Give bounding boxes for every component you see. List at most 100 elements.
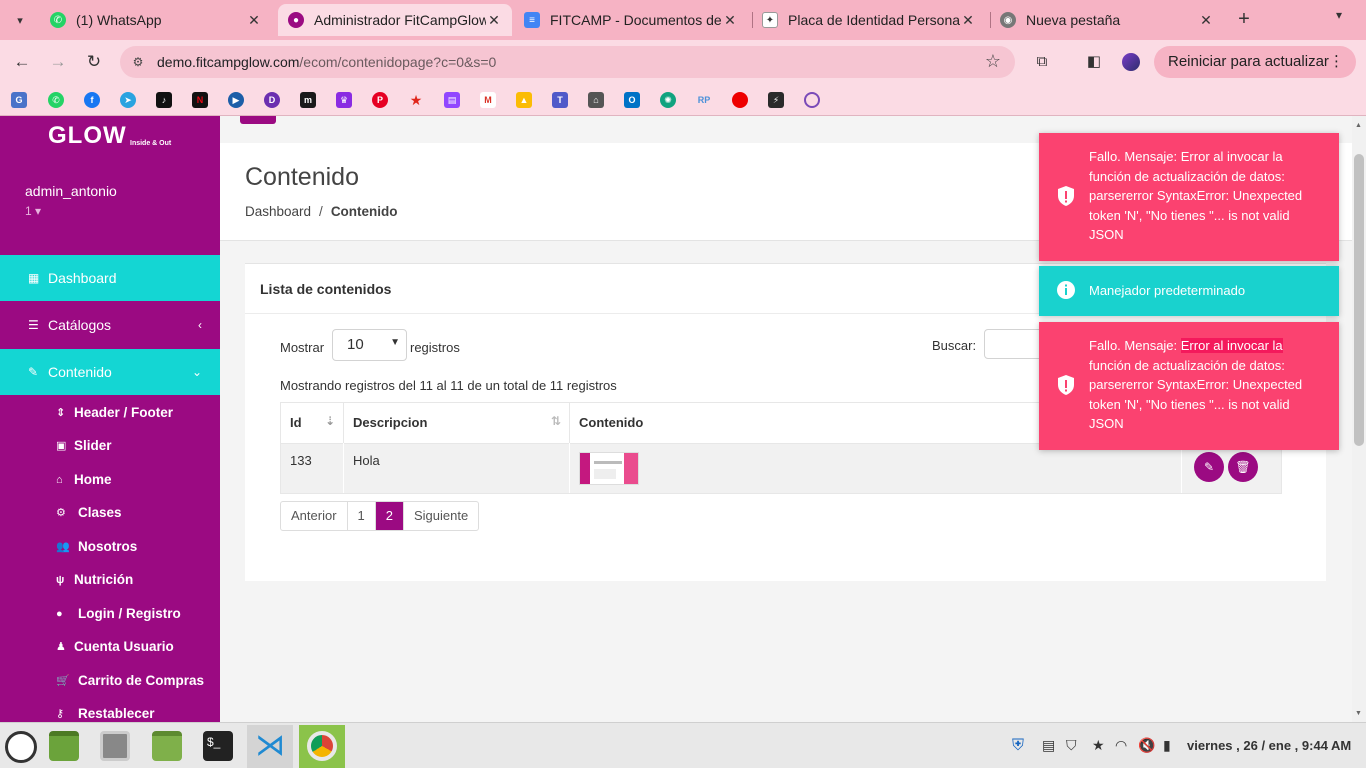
chrome-icon[interactable] xyxy=(307,731,337,761)
column-header-descripcion[interactable]: Descripcion ⇅ xyxy=(344,403,570,443)
site-settings-icon[interactable]: ⚙ xyxy=(130,54,146,70)
tab-placa[interactable]: ✦ Placa de Identidad Personal ✕ xyxy=(752,4,986,36)
vscode-icon[interactable]: ⋊ xyxy=(255,731,285,761)
forward-arrow-icon[interactable]: → xyxy=(46,50,70,74)
sidebar-item-catalogos[interactable]: ☰ Catálogos ‹ xyxy=(0,302,220,348)
update-shield-icon[interactable]: ⛉ xyxy=(1066,737,1077,754)
star-bookmark-icon[interactable]: ★ xyxy=(408,92,424,108)
moodle-bookmark-icon[interactable]: m xyxy=(300,92,316,108)
pinterest-bookmark-icon[interactable]: P xyxy=(372,92,388,108)
sidebar-item-nosotros[interactable]: 👥 Nosotros xyxy=(56,539,137,554)
sidebar-item-dashboard[interactable]: ▦ Dashboard xyxy=(0,255,220,301)
sidebar-item-home[interactable]: ⌂ Home xyxy=(56,472,112,487)
sidebar-item-slider[interactable]: ▣ Slider xyxy=(56,438,112,453)
more-icon[interactable]: ⋮ xyxy=(1329,46,1344,78)
pagination-prev[interactable]: Anterior xyxy=(281,502,348,530)
battery-icon[interactable]: ▮ xyxy=(1163,737,1171,754)
sidebar-item-restablecer[interactable]: ⚷ Restablecer xyxy=(56,706,155,721)
tab-docs[interactable]: ≡ FITCAMP - Documentos de C ✕ xyxy=(514,4,748,36)
scroll-up-arrow-icon[interactable]: ▲ xyxy=(1355,122,1362,129)
reload-icon[interactable]: ↻ xyxy=(82,50,106,74)
minimize-icon[interactable]: ▾ xyxy=(1336,8,1342,22)
pagination-page-active[interactable]: 2 xyxy=(375,502,404,530)
close-icon[interactable]: ✕ xyxy=(246,12,262,29)
scrollbar-thumb[interactable] xyxy=(1354,154,1364,446)
breadcrumb-home-link[interactable]: Dashboard xyxy=(245,204,311,219)
pagination-page[interactable]: 1 xyxy=(348,502,376,530)
tab-whatsapp[interactable]: ✆ (1) WhatsApp ✕ xyxy=(40,4,272,36)
sidebar-item-header-footer[interactable]: ⇕ Header / Footer xyxy=(56,405,173,420)
close-icon[interactable]: ✕ xyxy=(1198,12,1214,29)
back-arrow-icon[interactable]: ← xyxy=(10,50,34,74)
bank-bookmark-icon[interactable]: ⌂ xyxy=(588,92,604,108)
sidebar-item-cuenta-usuario[interactable]: ♟ Cuenta Usuario xyxy=(56,639,174,654)
page-size-select[interactable]: 10 ▼ xyxy=(332,329,407,361)
profile-avatar[interactable] xyxy=(1120,51,1142,73)
edit-button[interactable]: ✎ xyxy=(1194,452,1224,482)
telegram-bookmark-icon[interactable]: ➤ xyxy=(120,92,136,108)
twitch-bookmark-icon[interactable]: ▤ xyxy=(444,92,460,108)
tab-strip: ▾ ✆ (1) WhatsApp ✕ ● Administrador FitCa… xyxy=(0,0,1366,40)
tab-fitcamp-admin[interactable]: ● Administrador FitCampGlow ✕ xyxy=(278,4,512,36)
tab-search-button[interactable]: ▾ xyxy=(8,8,32,32)
shield-icon[interactable]: ⛨ xyxy=(1012,737,1024,755)
content-thumbnail[interactable] xyxy=(579,452,639,485)
volume-muted-icon[interactable]: 🔇 xyxy=(1138,737,1155,754)
info-toast[interactable]: Manejador predeterminado xyxy=(1039,266,1339,316)
video-bookmark-icon[interactable]: ▶ xyxy=(228,92,244,108)
facebook-bookmark-icon[interactable]: f xyxy=(84,92,100,108)
whatsapp-bookmark-icon[interactable]: ✆ xyxy=(48,92,64,108)
close-icon[interactable]: ✕ xyxy=(722,12,738,29)
wifi-icon[interactable]: ◠ xyxy=(1115,737,1127,754)
sidebar-item-contenido[interactable]: ✎ Contenido ⌄ xyxy=(0,349,220,395)
tiktok-bookmark-icon[interactable]: ♪ xyxy=(156,92,172,108)
clock[interactable]: viernes , 26 / ene , 9:44 AM xyxy=(1187,738,1351,753)
clipboard-icon[interactable]: ▤ xyxy=(1042,737,1055,754)
scroll-down-arrow-icon[interactable]: ▼ xyxy=(1355,710,1362,717)
terminal-icon[interactable]: $_ xyxy=(203,731,233,761)
pagination-next[interactable]: Siguiente xyxy=(404,502,478,530)
files-icon[interactable] xyxy=(152,731,182,761)
netflix-bookmark-icon[interactable]: N xyxy=(192,92,208,108)
update-button[interactable]: Reiniciar para actualizar ⋮ xyxy=(1154,46,1356,78)
sidebar-item-carrito[interactable]: 🛒 Carrito de Compras xyxy=(56,673,204,688)
settings-icon[interactable] xyxy=(100,731,130,761)
sidebar-item-clases[interactable]: ⚙ Clases xyxy=(56,505,122,520)
new-tab-button[interactable]: + xyxy=(1232,8,1256,32)
url-text[interactable]: demo.fitcampglow.com/ecom/contenidopage?… xyxy=(157,54,496,70)
rp-bookmark-icon[interactable]: RP xyxy=(696,92,712,108)
mint-menu-icon[interactable] xyxy=(5,731,37,763)
podcast-bookmark-icon[interactable] xyxy=(804,92,820,108)
sidebar-item-login-registro[interactable]: ● Login / Registro xyxy=(56,606,181,621)
translate-bookmark-icon[interactable]: G xyxy=(11,92,27,108)
outlook-bookmark-icon[interactable]: O xyxy=(624,92,640,108)
tab-new[interactable]: ◉ Nueva pestaña ✕ xyxy=(990,4,1224,36)
app-bookmark-icon[interactable]: ⚡ xyxy=(768,92,784,108)
gmail-bookmark-icon[interactable]: M xyxy=(480,92,496,108)
search-input[interactable] xyxy=(984,329,1044,359)
logo[interactable]: GLOW Inside & Out xyxy=(48,120,188,150)
error-toast[interactable]: Fallo. Mensaje: Error al invocar la func… xyxy=(1039,133,1339,261)
delete-button[interactable]: 🗑 xyxy=(1228,452,1258,482)
teams-bookmark-icon[interactable]: T xyxy=(552,92,568,108)
user-dropdown[interactable]: 1 ▾ xyxy=(25,204,41,218)
chatgpt-bookmark-icon[interactable]: ✺ xyxy=(660,92,676,108)
bookmark-star-icon[interactable]: ☆ xyxy=(985,51,1001,72)
drive-bookmark-icon[interactable]: ▲ xyxy=(516,92,532,108)
user-name[interactable]: admin_antonio xyxy=(25,183,117,199)
address-bar[interactable]: ⚙ demo.fitcampglow.com/ecom/contenidopag… xyxy=(120,46,1015,78)
side-panel-icon[interactable]: ◧ xyxy=(1082,50,1106,74)
disney-bookmark-icon[interactable]: D xyxy=(264,92,280,108)
page-scrollbar[interactable]: ▲ ▼ xyxy=(1352,116,1366,722)
favorites-star-icon[interactable]: ★ xyxy=(1092,737,1105,754)
column-header-id[interactable]: Id ⇣ xyxy=(281,403,344,443)
extensions-icon[interactable]: ⧉ xyxy=(1030,50,1054,74)
close-icon[interactable]: ✕ xyxy=(960,12,976,29)
close-icon[interactable]: ✕ xyxy=(486,12,502,29)
crown-bookmark-icon[interactable]: ♛ xyxy=(336,92,352,108)
bicycle-icon: ⚙ xyxy=(56,507,66,519)
show-desktop-icon[interactable] xyxy=(49,731,79,761)
error-toast[interactable]: Fallo. Mensaje: Error al invocar la func… xyxy=(1039,322,1339,450)
record-bookmark-icon[interactable] xyxy=(732,92,748,108)
sidebar-item-nutricion[interactable]: ψ Nutrición xyxy=(56,572,133,587)
